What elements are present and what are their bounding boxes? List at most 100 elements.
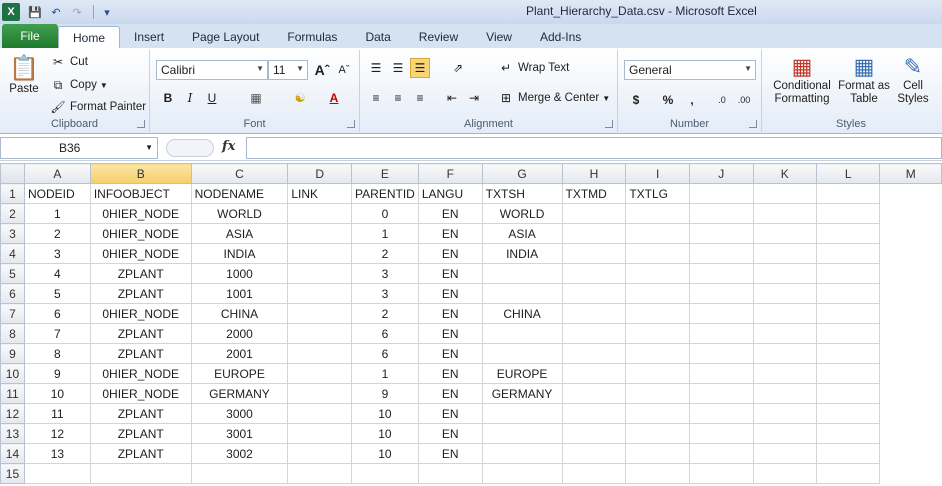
cell-l11[interactable]	[815, 383, 881, 404]
cell-e12[interactable]: 10	[351, 403, 419, 424]
cell-g8[interactable]	[481, 323, 563, 344]
align-center-icon[interactable]: ≡	[388, 88, 408, 108]
align-right-icon[interactable]: ≡	[410, 88, 430, 108]
cell-f8[interactable]: EN	[417, 323, 483, 344]
cell-j12[interactable]	[689, 403, 754, 424]
row-header[interactable]: 3	[0, 223, 25, 244]
cell-b9[interactable]: ZPLANT	[89, 343, 192, 364]
cell-g11[interactable]: GERMANY	[481, 383, 563, 404]
bold-icon[interactable]: B	[158, 88, 178, 108]
cell-a15[interactable]	[23, 463, 91, 484]
cell-f9[interactable]: EN	[417, 343, 483, 364]
cell-d7[interactable]	[287, 303, 353, 324]
cell-g6[interactable]	[481, 283, 563, 304]
undo-icon[interactable]: ↶	[47, 3, 65, 21]
align-bottom-icon[interactable]: ☰	[410, 58, 430, 78]
cell-h12[interactable]	[561, 403, 627, 424]
cell-l5[interactable]	[815, 263, 881, 284]
row-header[interactable]: 9	[0, 343, 25, 364]
cell-e10[interactable]: 1	[351, 363, 419, 384]
cell-d15[interactable]	[287, 463, 353, 484]
cell-c13[interactable]: 3001	[190, 423, 289, 444]
cell-h5[interactable]	[561, 263, 627, 284]
tab-data[interactable]: Data	[351, 26, 404, 48]
cell-l1[interactable]	[815, 183, 881, 204]
decrease-decimal-icon[interactable]: .00	[734, 90, 754, 110]
cell-a14[interactable]: 13	[23, 443, 91, 464]
cell-a5[interactable]: 4	[23, 263, 91, 284]
cell-d5[interactable]	[287, 263, 353, 284]
cell-k4[interactable]	[752, 243, 817, 264]
cell-e11[interactable]: 9	[351, 383, 419, 404]
row-header[interactable]: 10	[0, 363, 25, 384]
decrease-indent-icon[interactable]: ⇤	[442, 88, 462, 108]
cell-b2[interactable]: 0HIER_NODE	[89, 203, 192, 224]
cell-i11[interactable]	[625, 383, 691, 404]
cell-i14[interactable]	[625, 443, 691, 464]
cell-k2[interactable]	[752, 203, 817, 224]
cell-g13[interactable]	[481, 423, 563, 444]
cell-a7[interactable]: 6	[23, 303, 91, 324]
column-header-i[interactable]: I	[625, 163, 691, 184]
cell-h9[interactable]	[561, 343, 627, 364]
tab-file[interactable]: File	[2, 24, 58, 48]
cell-a13[interactable]: 12	[23, 423, 91, 444]
orientation-icon[interactable]: ⇗	[448, 58, 468, 78]
cell-i8[interactable]	[625, 323, 691, 344]
clipboard-launcher-icon[interactable]	[137, 120, 145, 128]
cell-b15[interactable]	[89, 463, 192, 484]
cell-d14[interactable]	[287, 443, 353, 464]
cell-k10[interactable]	[752, 363, 817, 384]
cell-d2[interactable]	[287, 203, 353, 224]
cell-a11[interactable]: 10	[23, 383, 91, 404]
cell-l4[interactable]	[815, 243, 881, 264]
cell-h13[interactable]	[561, 423, 627, 444]
column-header-k[interactable]: K	[752, 163, 817, 184]
cell-j9[interactable]	[689, 343, 754, 364]
cell-h10[interactable]	[561, 363, 627, 384]
cell-j14[interactable]	[689, 443, 754, 464]
italic-icon[interactable]: I	[180, 88, 200, 108]
cell-f6[interactable]: EN	[417, 283, 483, 304]
cell-j4[interactable]	[689, 243, 754, 264]
shrink-font-icon[interactable]: Aˇ	[334, 60, 354, 80]
cell-c9[interactable]: 2001	[190, 343, 289, 364]
cell-d9[interactable]	[287, 343, 353, 364]
cell-e1[interactable]: PARENTID	[351, 183, 419, 204]
cell-f2[interactable]: EN	[417, 203, 483, 224]
cell-i15[interactable]	[625, 463, 691, 484]
cell-j13[interactable]	[689, 423, 754, 444]
cell-f11[interactable]: EN	[417, 383, 483, 404]
cell-e15[interactable]	[351, 463, 419, 484]
cell-k15[interactable]	[752, 463, 817, 484]
redo-icon[interactable]: ↷	[68, 3, 86, 21]
cell-f10[interactable]: EN	[417, 363, 483, 384]
cell-b10[interactable]: 0HIER_NODE	[89, 363, 192, 384]
cell-f14[interactable]: EN	[417, 443, 483, 464]
cell-k3[interactable]	[752, 223, 817, 244]
cell-f7[interactable]: EN	[417, 303, 483, 324]
align-top-icon[interactable]: ☰	[366, 58, 386, 78]
merge-center-button[interactable]: ⊞ Merge & Center ▼	[498, 90, 610, 106]
cell-h8[interactable]	[561, 323, 627, 344]
cell-c10[interactable]: EUROPE	[190, 363, 289, 384]
cell-e8[interactable]: 6	[351, 323, 419, 344]
cell-c7[interactable]: CHINA	[190, 303, 289, 324]
number-launcher-icon[interactable]	[749, 120, 757, 128]
tab-view[interactable]: View	[472, 26, 526, 48]
row-header[interactable]: 5	[0, 263, 25, 284]
cell-f3[interactable]: EN	[417, 223, 483, 244]
cell-j3[interactable]	[689, 223, 754, 244]
cell-j11[interactable]	[689, 383, 754, 404]
cell-k13[interactable]	[752, 423, 817, 444]
cell-g14[interactable]	[481, 443, 563, 464]
cell-d6[interactable]	[287, 283, 353, 304]
row-header[interactable]: 2	[0, 203, 25, 224]
cell-d13[interactable]	[287, 423, 353, 444]
cell-k11[interactable]	[752, 383, 817, 404]
cell-g1[interactable]: TXTSH	[481, 183, 563, 204]
customize-qat-icon[interactable]: ▾	[98, 3, 116, 21]
cell-l7[interactable]	[815, 303, 881, 324]
cell-k5[interactable]	[752, 263, 817, 284]
borders-icon[interactable]: ▦	[246, 88, 266, 108]
